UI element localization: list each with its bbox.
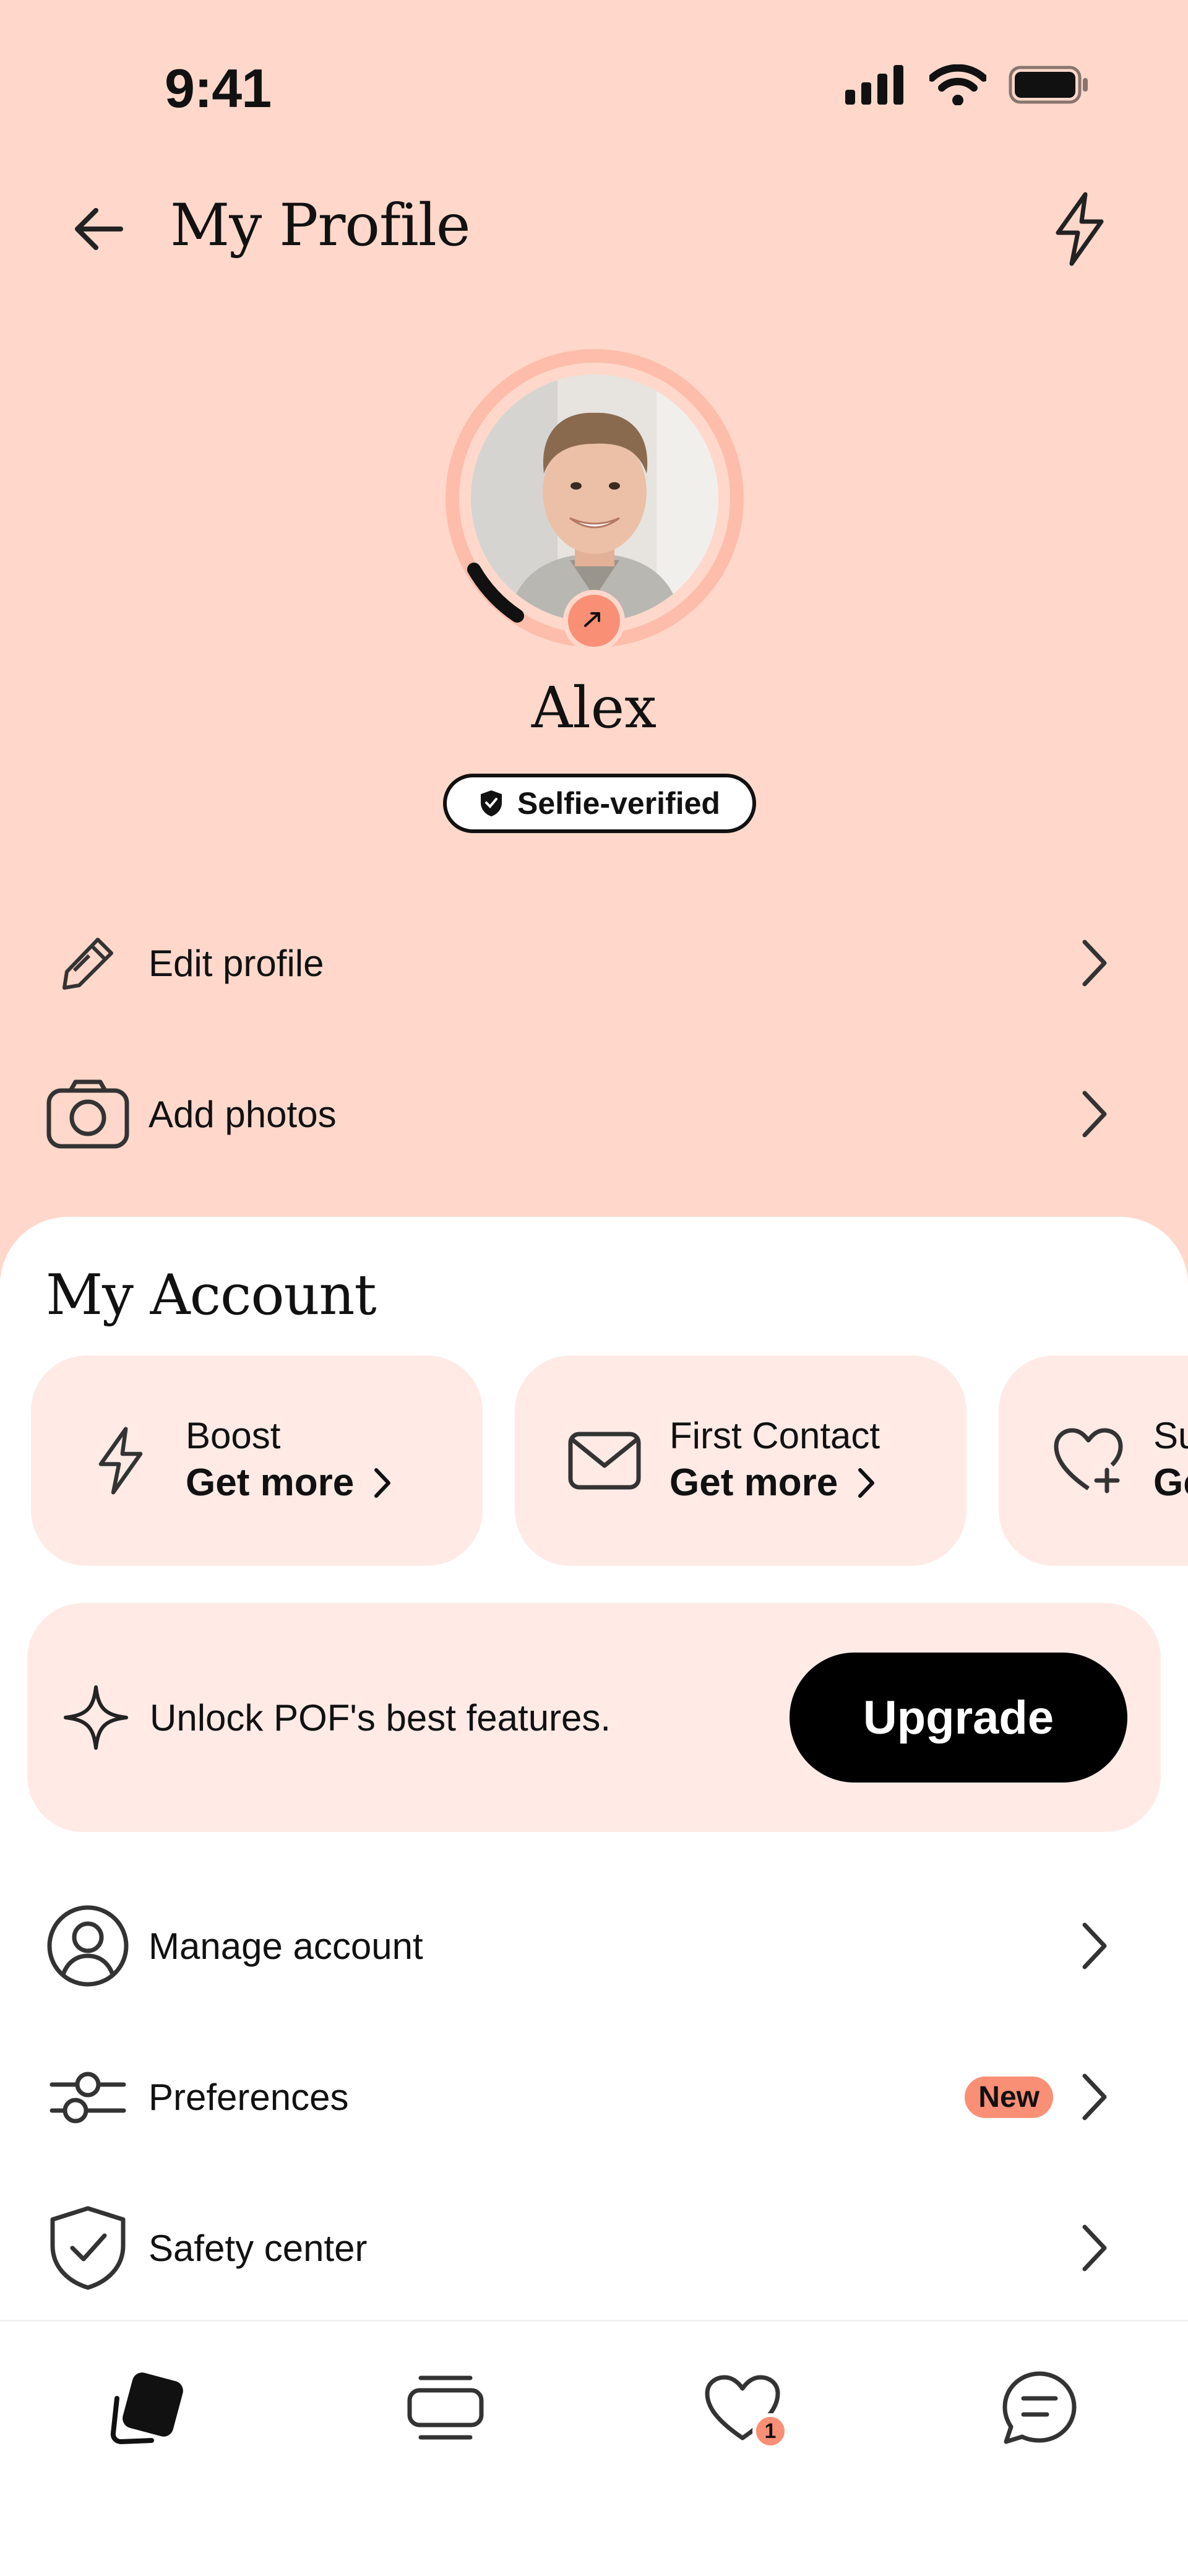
manage-account-row[interactable]: Manage account xyxy=(0,1884,1188,2008)
user-circle-icon xyxy=(45,1903,131,1989)
verification-badge[interactable]: Selfie-verified xyxy=(443,774,756,833)
chevron-right-icon xyxy=(374,1468,391,1498)
safety-center-row[interactable]: Safety center xyxy=(0,2186,1188,2310)
nav-discover[interactable] xyxy=(97,2359,196,2458)
feed-icon xyxy=(407,2375,484,2440)
camera-icon xyxy=(45,1071,131,1157)
lightning-icon xyxy=(1056,192,1104,266)
heart-plus-icon xyxy=(1048,1420,1129,1501)
first-contact-card-cta: Get more xyxy=(669,1461,838,1504)
arrow-left-icon xyxy=(75,208,123,250)
likes-count-badge: 1 xyxy=(752,2413,788,2449)
chat-icon xyxy=(1002,2371,1077,2444)
manage-account-label: Manage account xyxy=(148,1925,423,1967)
user-name: Alex xyxy=(531,675,657,741)
cards-icon xyxy=(110,2372,183,2445)
nav-feed[interactable] xyxy=(396,2359,495,2458)
sparkle-icon xyxy=(56,1677,136,1758)
chevron-right-icon xyxy=(1069,2223,1119,2273)
nav-likes[interactable]: 1 xyxy=(693,2359,792,2458)
boost-card[interactable]: Boost Get more xyxy=(31,1355,483,1566)
verification-label: Selfie-verified xyxy=(517,786,720,821)
upgrade-button[interactable]: Upgrade xyxy=(790,1653,1127,1783)
avatar-photo xyxy=(471,374,718,622)
chevron-right-icon xyxy=(1069,1921,1119,1971)
edit-profile-label: Edit profile xyxy=(148,942,324,984)
profile-avatar[interactable] xyxy=(443,347,746,652)
super-like-card[interactable]: Su Ge xyxy=(999,1355,1188,1566)
edit-profile-row[interactable]: Edit profile xyxy=(0,901,1188,1025)
boost-card-title: Boost xyxy=(186,1414,281,1456)
refresh-badge[interactable] xyxy=(563,590,625,652)
new-badge: New xyxy=(965,2076,1053,2118)
first-contact-card-title: First Contact xyxy=(669,1414,880,1456)
boost-card-cta: Get more xyxy=(186,1461,355,1504)
preferences-label: Preferences xyxy=(148,2076,349,2118)
lightning-icon xyxy=(80,1420,161,1501)
safety-center-label: Safety center xyxy=(148,2227,368,2269)
envelope-icon xyxy=(564,1420,645,1501)
boost-button[interactable] xyxy=(1046,186,1114,272)
super-like-card-cta: Ge xyxy=(1153,1461,1188,1504)
nav-messages[interactable] xyxy=(990,2359,1089,2458)
chevron-right-icon xyxy=(1069,2072,1119,2122)
add-photos-row[interactable]: Add photos xyxy=(0,1052,1188,1176)
pencil-icon xyxy=(45,920,131,1006)
battery-icon xyxy=(1009,66,1089,107)
cellular-signal-icon xyxy=(845,65,907,108)
my-account-title: My Account xyxy=(46,1263,377,1328)
add-photos-label: Add photos xyxy=(148,1093,337,1135)
feature-cards-carousel[interactable]: Boost Get more First Contact Get more Su xyxy=(31,1355,1188,1566)
swap-arrows-icon xyxy=(584,612,600,627)
bottom-nav: 1 xyxy=(0,2320,1188,2576)
chevron-right-icon xyxy=(1069,1089,1119,1139)
preferences-row[interactable]: Preferences New xyxy=(0,2035,1188,2159)
upgrade-banner: Unlock POF's best features. Upgrade xyxy=(27,1603,1161,1832)
page-title: My Profile xyxy=(170,192,471,259)
wifi-icon xyxy=(928,64,988,108)
sliders-icon xyxy=(45,2054,131,2140)
upgrade-text: Unlock POF's best features. xyxy=(150,1696,611,1739)
chevron-right-icon xyxy=(858,1468,875,1498)
status-time: 9:41 xyxy=(165,58,272,119)
shield-check-icon xyxy=(45,2205,131,2291)
super-like-card-title: Su xyxy=(1153,1414,1188,1456)
back-button[interactable] xyxy=(62,192,136,266)
chevron-right-icon xyxy=(1069,938,1119,988)
shield-check-icon xyxy=(481,790,502,816)
status-icons xyxy=(845,64,1089,108)
first-contact-card[interactable]: First Contact Get more xyxy=(515,1355,966,1566)
